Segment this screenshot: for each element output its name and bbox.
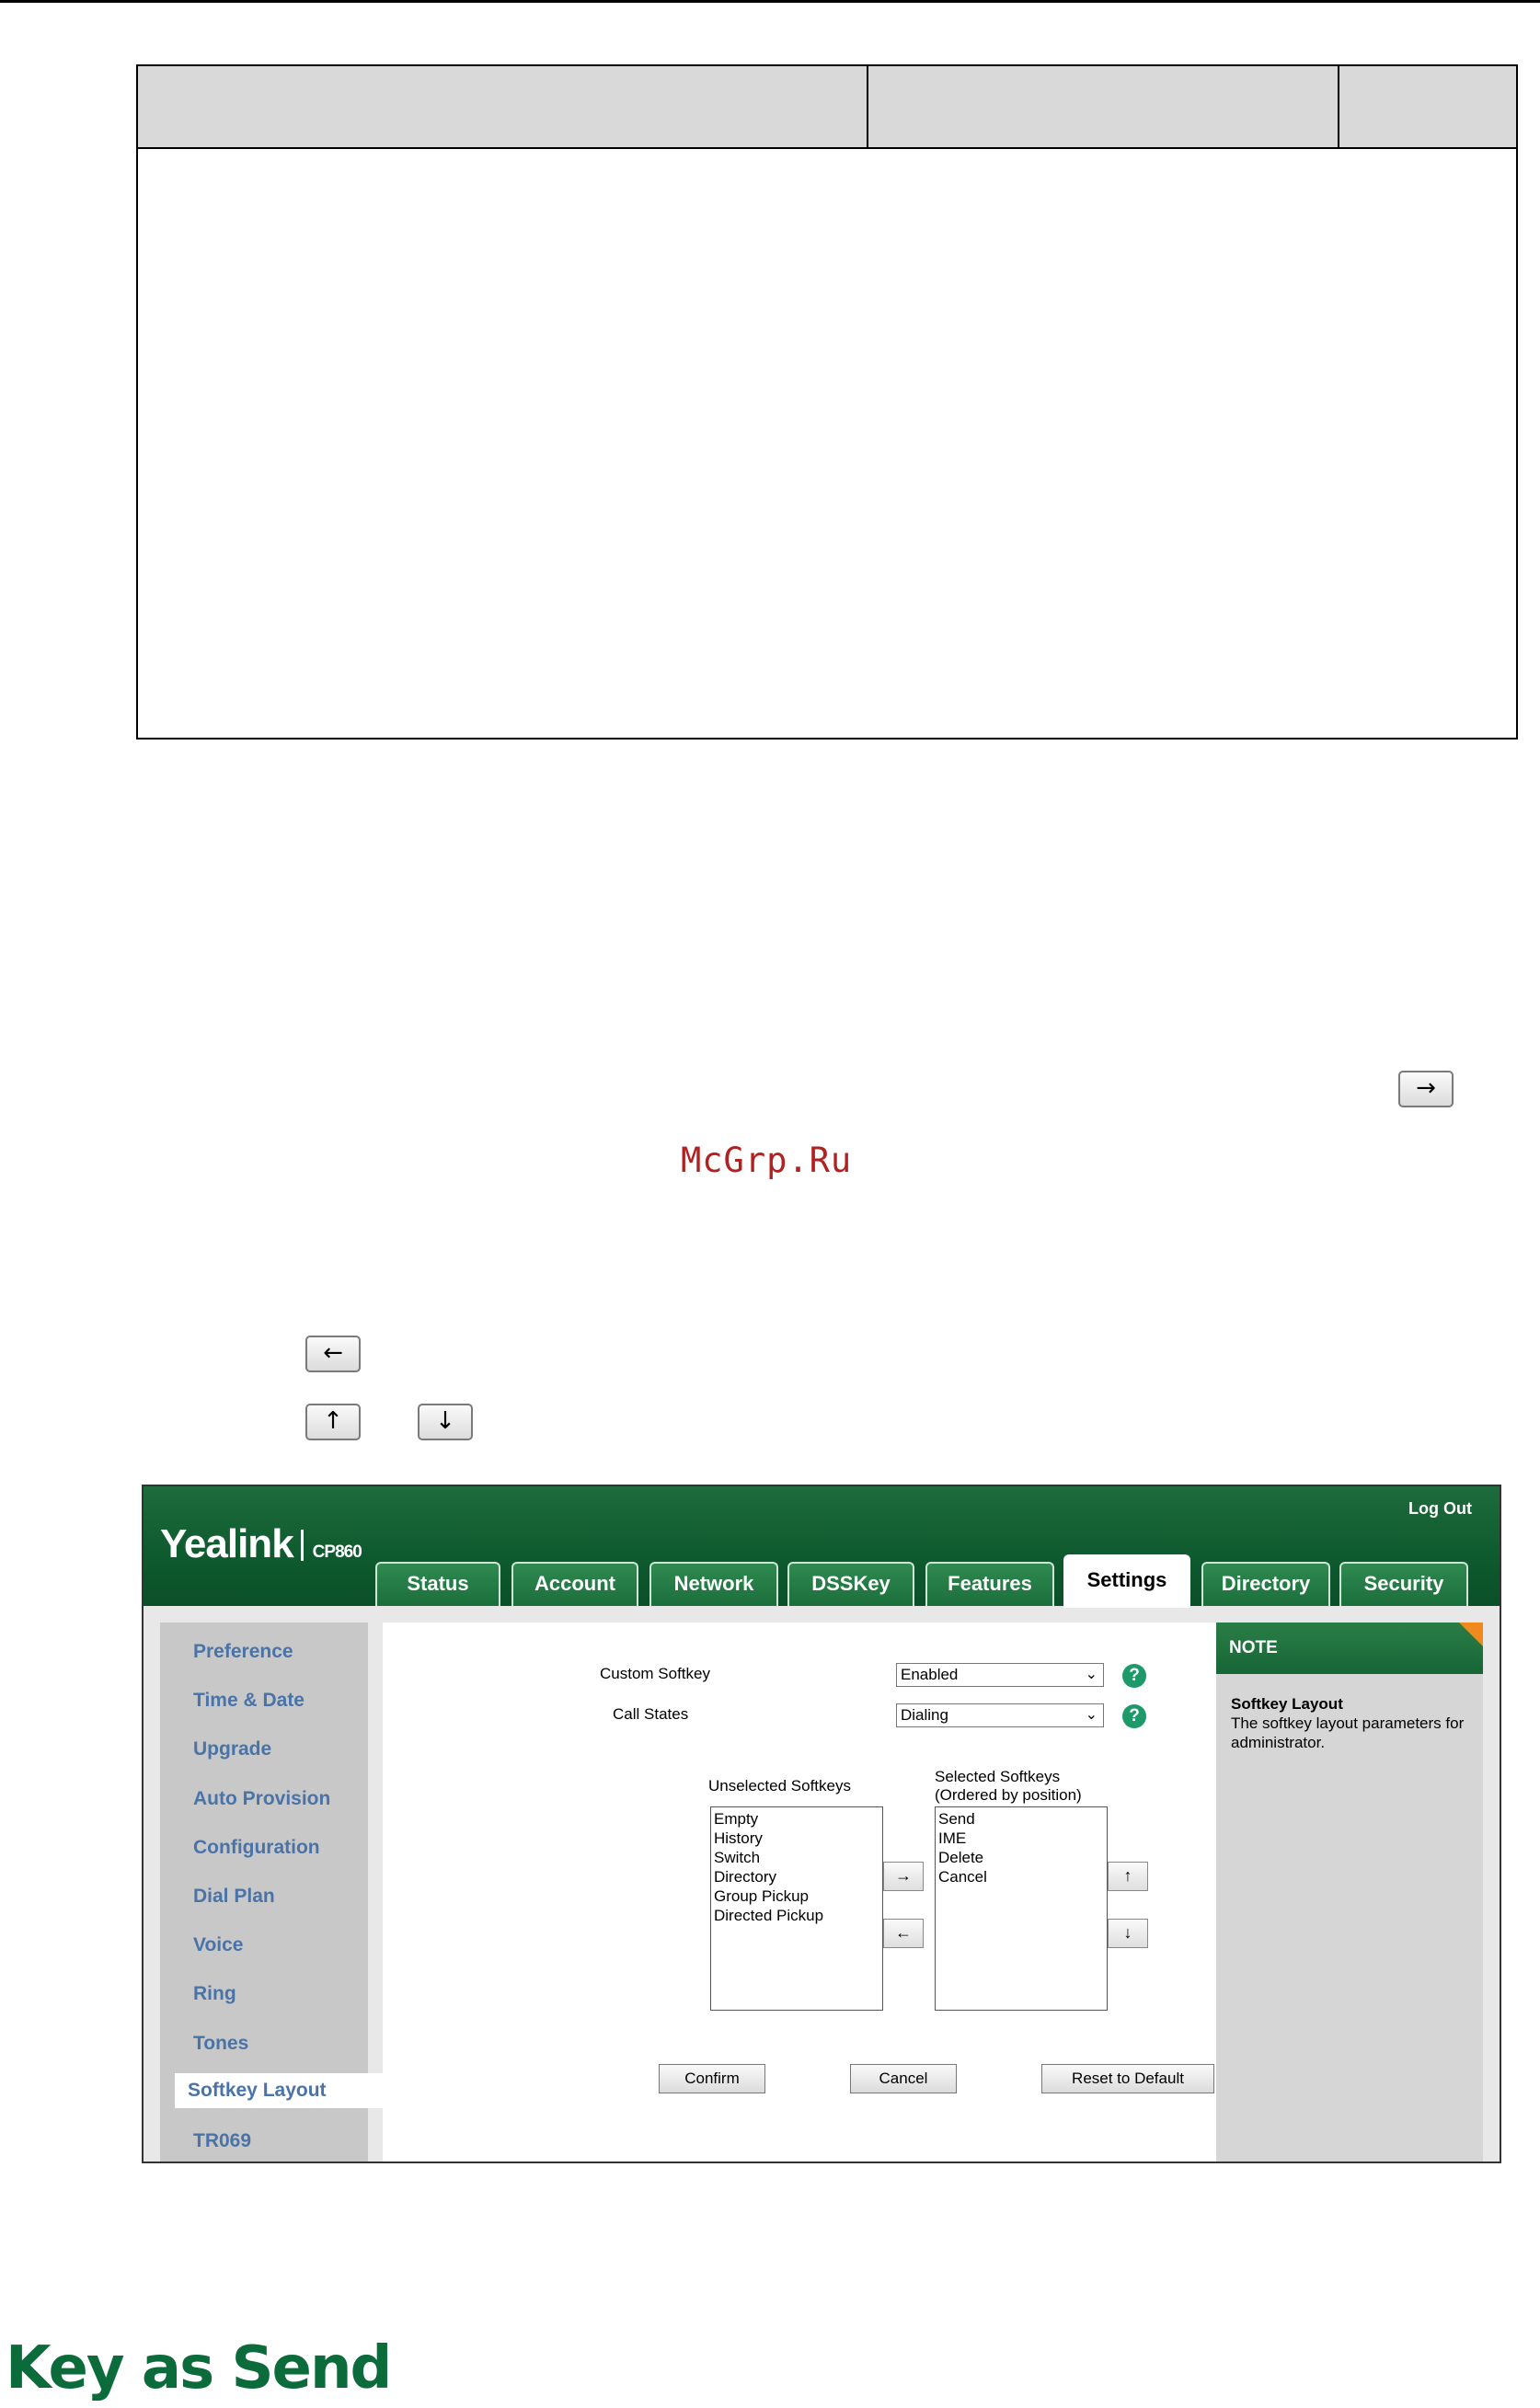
cancel-button[interactable]: Cancel [850, 2064, 957, 2093]
note-text: The softkey layout parameters for admini… [1231, 1714, 1465, 1751]
list-item[interactable]: Directory [714, 1867, 879, 1886]
list-item[interactable]: Cancel [938, 1867, 1104, 1886]
settings-content: Custom Softkey Enabled ⌄ ? Call States Di… [383, 1623, 1216, 2161]
sidebar-item-voice[interactable]: Voice [193, 1934, 243, 1956]
up-arrow-button-image: ↑ [305, 1404, 361, 1440]
tab-settings[interactable]: Settings [1063, 1554, 1190, 1608]
down-arrow-button-image: ↓ [418, 1404, 473, 1440]
sidebar-item-configuration[interactable]: Configuration [193, 1837, 320, 1859]
left-arrow-button-image: ← [305, 1336, 361, 1372]
web-ui-screenshot: Yealink CP860 Log Out Status Account Netw… [142, 1485, 1501, 2163]
reset-to-default-button[interactable]: Reset to Default [1041, 2064, 1214, 2093]
sidebar-item-preference[interactable]: Preference [193, 1641, 293, 1663]
note-title: NOTE [1216, 1623, 1483, 1674]
sidebar-item-dial-plan[interactable]: Dial Plan [193, 1886, 275, 1908]
note-body: Softkey Layout The softkey layout parame… [1231, 1694, 1470, 1752]
note-heading: Softkey Layout [1231, 1695, 1343, 1713]
chevron-down-icon: ⌄ [1085, 1667, 1098, 1682]
tab-security[interactable]: Security [1339, 1562, 1468, 1606]
call-states-label: Call States [613, 1705, 689, 1723]
list-item[interactable]: Group Pickup [714, 1886, 879, 1906]
note-panel: NOTE Softkey Layout The softkey layout p… [1216, 1623, 1483, 2161]
sidebar: Preference Time & Date Upgrade Auto Prov… [160, 1623, 383, 2161]
yealink-logo: Yealink CP860 [160, 1521, 362, 1567]
logo-divider [300, 1530, 304, 1561]
page-top-rule [0, 0, 1540, 3]
call-states-select[interactable]: Dialing ⌄ [896, 1703, 1104, 1727]
list-item[interactable]: History [714, 1829, 879, 1848]
unselected-softkeys-label: Unselected Softkeys [708, 1777, 851, 1795]
tab-account[interactable]: Account [511, 1562, 638, 1606]
selected-softkeys-sublabel: (Ordered by position) [935, 1786, 1082, 1804]
sidebar-item-softkey-layout[interactable]: Softkey Layout [175, 2073, 383, 2108]
list-item[interactable]: IME [938, 1829, 1104, 1848]
list-item[interactable]: Empty [714, 1809, 879, 1829]
unselected-softkeys-list[interactable]: Empty History Switch Directory Group Pic… [710, 1806, 883, 2011]
list-item[interactable]: Send [938, 1809, 1104, 1829]
watermark: McGrp.Ru [681, 1141, 853, 1180]
sidebar-item-tr069[interactable]: TR069 [193, 2130, 251, 2152]
sidebar-item-time-date[interactable]: Time & Date [193, 1690, 305, 1712]
sidebar-item-auto-provision[interactable]: Auto Provision [193, 1788, 330, 1810]
section-heading: Key as Send [6, 2334, 392, 2402]
sidebar-item-ring[interactable]: Ring [193, 1983, 236, 2005]
move-up-button[interactable]: ↑ [1108, 1862, 1148, 1891]
move-down-button[interactable]: ↓ [1108, 1919, 1148, 1948]
table-column-divider [867, 66, 868, 147]
tab-directory[interactable]: Directory [1201, 1562, 1330, 1606]
selected-softkeys-label: Selected Softkeys [935, 1768, 1061, 1785]
parameter-table-header [138, 66, 1516, 149]
sidebar-item-tones[interactable]: Tones [193, 2033, 248, 2055]
parameter-table [136, 64, 1518, 740]
logo-text: Yealink [160, 1521, 294, 1566]
tab-status[interactable]: Status [375, 1562, 500, 1606]
move-right-button[interactable]: → [883, 1862, 924, 1891]
confirm-button[interactable]: Confirm [659, 2064, 765, 2093]
list-item[interactable]: Directed Pickup [714, 1906, 879, 1925]
table-column-divider [1338, 66, 1339, 147]
right-arrow-button-image: → [1398, 1071, 1454, 1107]
move-left-button[interactable]: ← [883, 1919, 924, 1948]
tab-network[interactable]: Network [649, 1562, 778, 1606]
list-item[interactable]: Switch [714, 1848, 879, 1867]
note-corner-accent [1459, 1623, 1483, 1646]
tab-dsskey[interactable]: DSSKey [787, 1562, 914, 1606]
chevron-down-icon: ⌄ [1085, 1707, 1098, 1723]
header-bar: Yealink CP860 Log Out Status Account Netw… [144, 1486, 1500, 1608]
help-icon[interactable]: ? [1122, 1704, 1146, 1728]
tab-features[interactable]: Features [925, 1562, 1054, 1606]
model-label: CP860 [312, 1542, 362, 1562]
list-item[interactable]: Delete [938, 1848, 1104, 1867]
custom-softkey-label: Custom Softkey [600, 1665, 710, 1682]
logout-link[interactable]: Log Out [1408, 1499, 1472, 1519]
selected-softkeys-list[interactable]: Send IME Delete Cancel [935, 1806, 1108, 2011]
custom-softkey-select[interactable]: Enabled ⌄ [896, 1663, 1104, 1687]
custom-softkey-value: Enabled [901, 1666, 959, 1683]
sidebar-item-upgrade[interactable]: Upgrade [193, 1738, 271, 1760]
help-icon[interactable]: ? [1122, 1664, 1146, 1688]
call-states-value: Dialing [901, 1706, 948, 1724]
